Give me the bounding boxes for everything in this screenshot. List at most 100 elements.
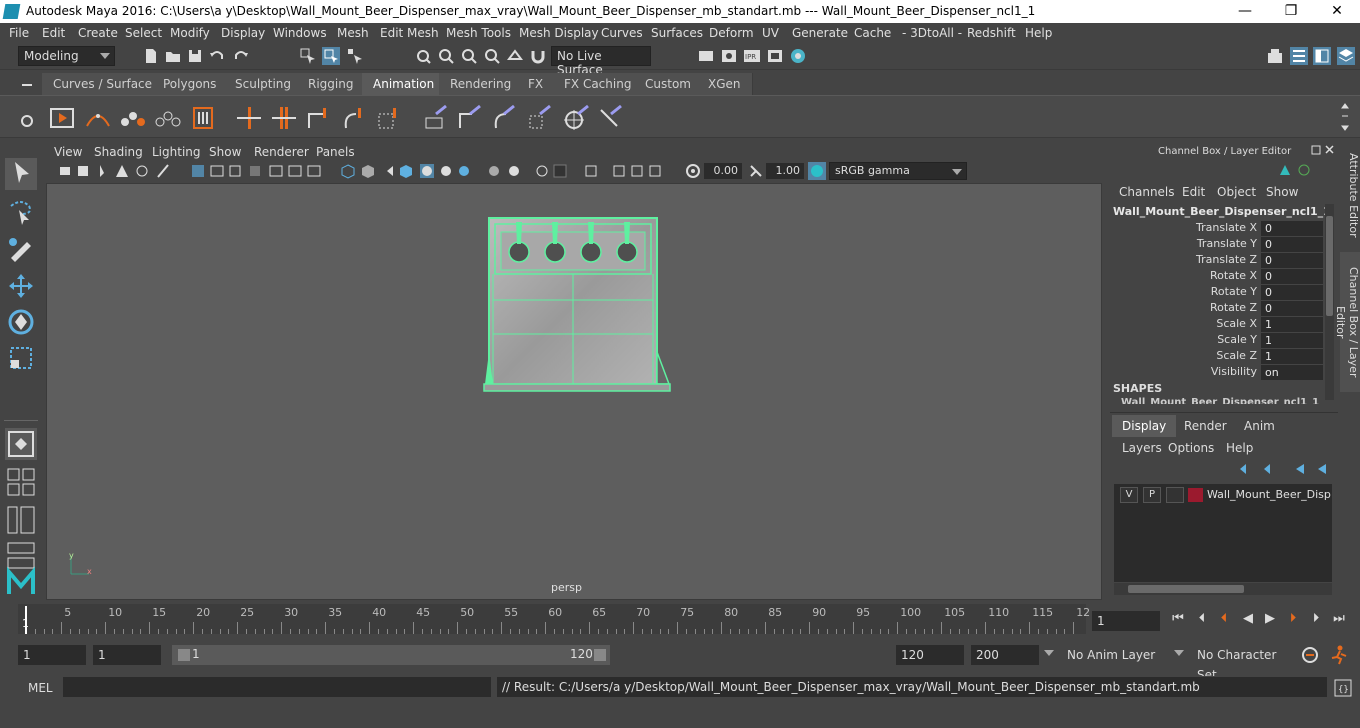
key-preferences-icon[interactable]: [1300, 645, 1320, 665]
unghost-icon[interactable]: [154, 104, 182, 132]
render-settings-icon[interactable]: [697, 47, 715, 65]
animation-start-field[interactable]: 1: [18, 645, 86, 665]
gear-icon[interactable]: [20, 114, 34, 128]
play-backwards-icon[interactable]: ◀: [1240, 611, 1256, 627]
shelf-tab-animation[interactable]: Animation: [362, 73, 447, 95]
panel-float-close-icon[interactable]: [1311, 144, 1335, 156]
set-key-icon[interactable]: [235, 104, 263, 132]
channel-box-menu-channels[interactable]: Channels: [1119, 185, 1175, 199]
menu-cache[interactable]: Cache: [854, 26, 891, 40]
menu-select[interactable]: Select: [125, 26, 162, 40]
snap-live-icon[interactable]: [506, 47, 524, 65]
workspace-icon[interactable]: [1266, 47, 1284, 65]
gamma-field[interactable]: 1.00: [766, 163, 804, 179]
attr-scale-x-field[interactable]: 1: [1261, 317, 1323, 332]
viewport-menu-panels[interactable]: Panels: [316, 145, 355, 159]
attr-translate-y-field[interactable]: 0: [1261, 237, 1323, 252]
constraint-parent-icon[interactable]: [422, 104, 450, 132]
menu-curves[interactable]: Curves: [601, 26, 643, 40]
attr-rotate-x-field[interactable]: 0: [1261, 269, 1323, 284]
perspective-viewport[interactable]: y x: [46, 183, 1102, 600]
channel-box-key-icons[interactable]: [1278, 163, 1318, 177]
four-view-layout-icon[interactable]: [5, 466, 37, 498]
shelf-tab-rendering[interactable]: Rendering: [439, 73, 524, 95]
shelf-tab-xgen[interactable]: XGen: [697, 73, 753, 95]
playblast-icon[interactable]: [48, 104, 76, 132]
menu-help[interactable]: Help: [1025, 26, 1052, 40]
menu-mesh-tools[interactable]: Mesh Tools: [446, 26, 511, 40]
channel-box-menu-object[interactable]: Object: [1217, 185, 1256, 199]
script-language-label[interactable]: MEL: [28, 681, 53, 695]
viewport-display-tools-icon[interactable]: [534, 163, 684, 179]
attr-scale-y-field[interactable]: 1: [1261, 333, 1323, 348]
menu-uv[interactable]: UV: [762, 26, 779, 40]
step-back-frame-icon[interactable]: ⏴: [1194, 611, 1210, 627]
current-time-indicator[interactable]: [25, 606, 27, 634]
go-to-start-icon[interactable]: ⏮: [1170, 611, 1186, 627]
menu-redshift[interactable]: Redshift: [967, 26, 1016, 40]
shelf-tab-fx[interactable]: FX: [517, 73, 556, 95]
step-back-key-icon[interactable]: ⏴: [1216, 611, 1232, 627]
minimize-button[interactable]: —: [1222, 0, 1268, 23]
shelf-tab-fx-caching[interactable]: FX Caching: [553, 73, 644, 95]
viewport-menu-show[interactable]: Show: [209, 145, 241, 159]
side-tab-attribute-editor[interactable]: Attribute Editor: [1340, 150, 1360, 240]
viewport-menu-shading[interactable]: Shading: [94, 145, 143, 159]
snap-curve-icon[interactable]: [437, 47, 455, 65]
shelf-tab-sculpting[interactable]: Sculpting: [224, 73, 304, 95]
menu-display[interactable]: Display: [221, 26, 265, 40]
constraint-point-icon[interactable]: [456, 104, 484, 132]
outliner-layout-icon[interactable]: [5, 504, 37, 536]
select-component-icon[interactable]: [346, 47, 364, 65]
time-slider[interactable]: 5 10 15 20 25 30 35 40 45 50 55 60 65 70 75 80 85 90 95 100…: [18, 604, 1090, 634]
viewport-camera-tools-icon[interactable]: [58, 163, 358, 179]
single-perspective-layout-icon[interactable]: [5, 428, 37, 460]
gamma-icon[interactable]: [748, 163, 764, 179]
layer-tab-anim[interactable]: Anim: [1234, 415, 1285, 437]
maximize-button[interactable]: ❐: [1268, 0, 1314, 23]
range-end-handle[interactable]: [594, 649, 606, 661]
chevron-down-icon[interactable]: [1044, 650, 1054, 656]
scale-tool-icon[interactable]: [5, 342, 37, 374]
constraint-aim-icon[interactable]: [562, 104, 590, 132]
attr-translate-x-field[interactable]: 0: [1261, 221, 1323, 236]
constraint-scale-icon[interactable]: [526, 104, 554, 132]
menu-create[interactable]: Create: [78, 26, 118, 40]
attr-rotate-z-field[interactable]: 0: [1261, 301, 1323, 316]
menu-3dtoall[interactable]: - 3DtoAll -: [902, 26, 962, 40]
attr-visibility-field[interactable]: on: [1261, 365, 1323, 380]
channel-box-menu-show[interactable]: Show: [1266, 185, 1298, 199]
layer-tab-display[interactable]: Display: [1112, 415, 1177, 437]
save-scene-icon[interactable]: [186, 47, 204, 65]
menu-set-dropdown[interactable]: Modeling: [18, 46, 115, 66]
command-input[interactable]: [63, 677, 491, 697]
menu-mesh-display[interactable]: Mesh Display: [519, 26, 599, 40]
set-key-translate-icon[interactable]: [270, 104, 298, 132]
attribute-editor-toggle-icon[interactable]: [1290, 47, 1308, 65]
layer-visibility-toggle[interactable]: V: [1120, 487, 1138, 503]
layer-horizontal-scrollbar[interactable]: [1114, 583, 1332, 595]
render-view-icon[interactable]: [766, 47, 784, 65]
range-start-handle[interactable]: [178, 649, 190, 661]
beer-dispenser-model[interactable]: y x: [47, 184, 1103, 601]
constraint-pole-vector-icon[interactable]: [597, 104, 625, 132]
playback-start-field[interactable]: 1: [93, 645, 161, 665]
new-scene-icon[interactable]: [142, 47, 160, 65]
exposure-field[interactable]: 0.00: [704, 163, 742, 179]
chevron-down-icon[interactable]: [1174, 650, 1184, 656]
viewport-menu-renderer[interactable]: Renderer: [254, 145, 309, 159]
menu-windows[interactable]: Windows: [273, 26, 327, 40]
snap-grid-icon[interactable]: [414, 47, 432, 65]
layer-action-icons[interactable]: [1238, 462, 1330, 476]
ghost-icon[interactable]: [119, 104, 147, 132]
viewport-menu-view[interactable]: View: [54, 145, 82, 159]
channel-box-scrollbar[interactable]: [1325, 204, 1334, 400]
constraint-orient-icon[interactable]: [490, 104, 518, 132]
step-forward-key-icon[interactable]: ⏵: [1285, 611, 1301, 627]
select-tool-icon[interactable]: [5, 158, 37, 190]
script-editor-icon[interactable]: {}: [1334, 679, 1352, 697]
animation-end-field[interactable]: 200: [971, 645, 1039, 665]
render-frame-icon[interactable]: [720, 47, 738, 65]
layer-menu-help[interactable]: Help: [1226, 441, 1253, 455]
menu-edit[interactable]: Edit: [42, 26, 65, 40]
